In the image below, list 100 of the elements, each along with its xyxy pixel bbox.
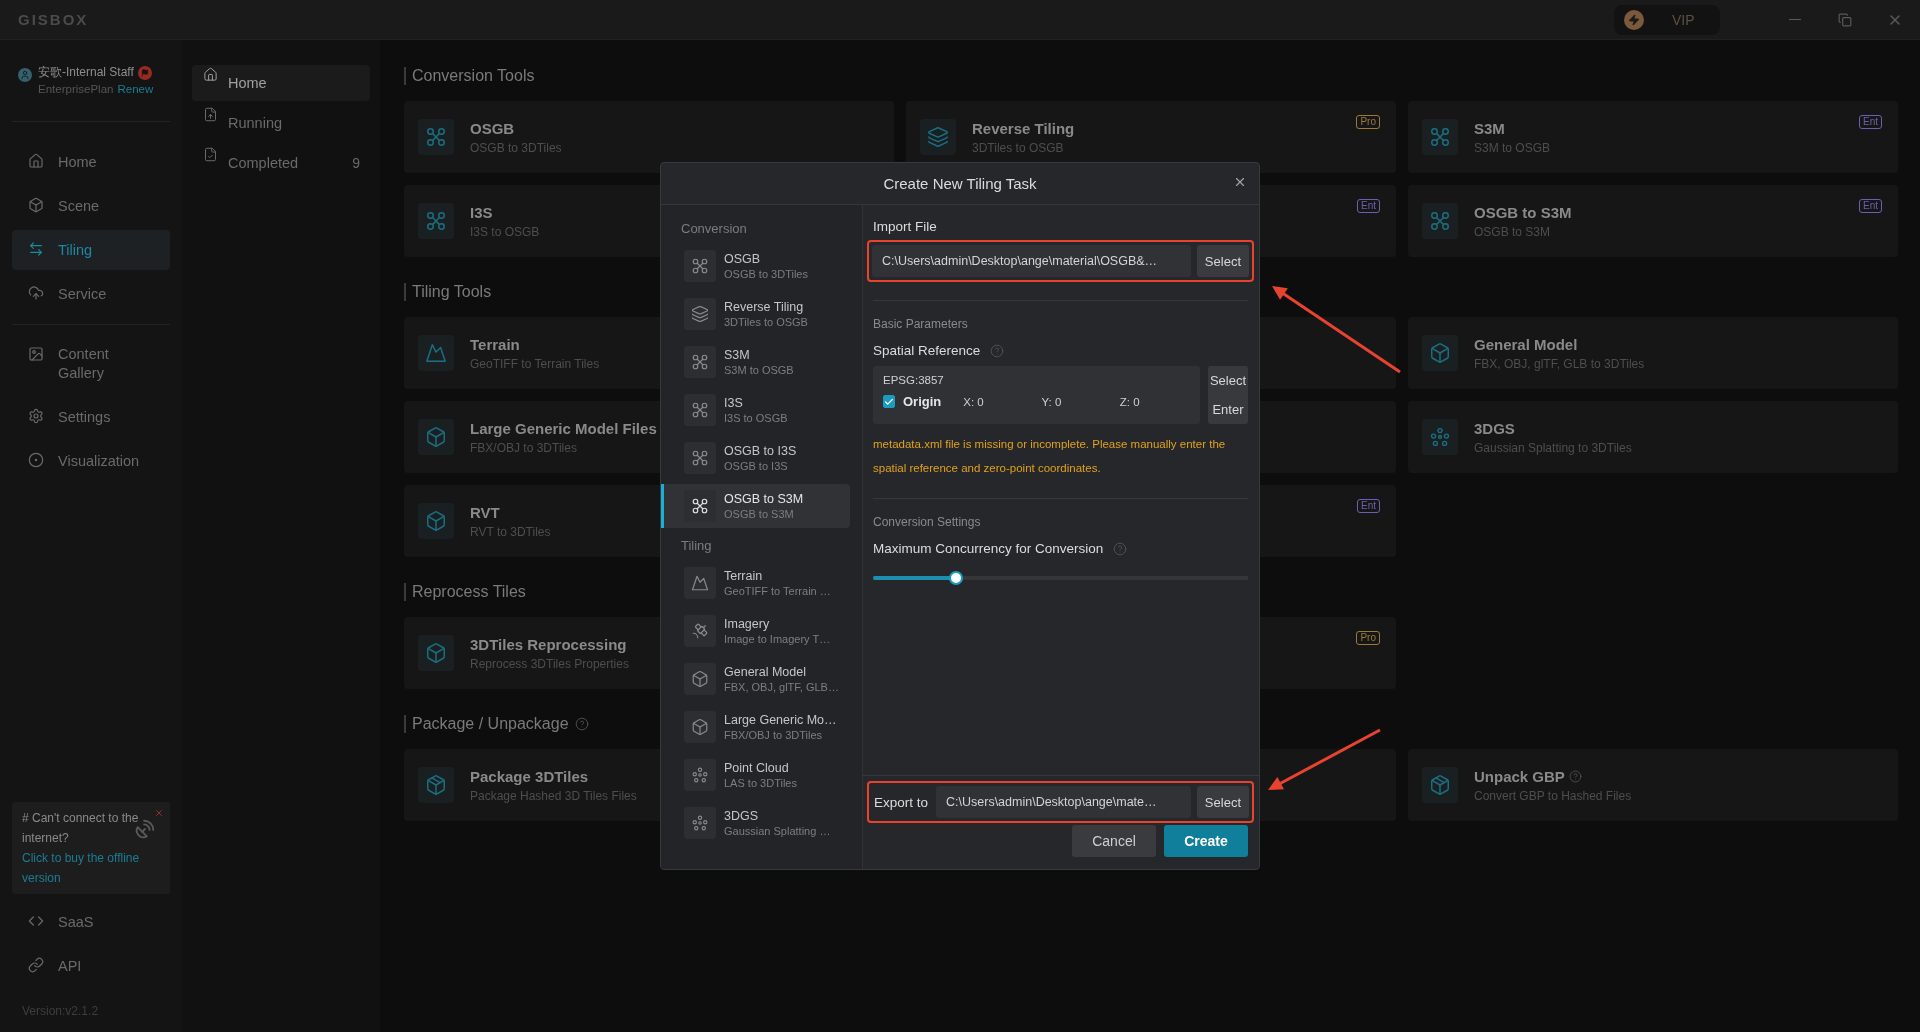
item-title: 3DGS — [724, 809, 760, 823]
drone-icon — [691, 257, 709, 275]
help-icon[interactable] — [1568, 769, 1582, 783]
dots-icon — [691, 766, 709, 784]
offline-link[interactable]: Click to buy the offline version — [22, 848, 160, 888]
file-upload-icon — [202, 106, 218, 122]
card-subtitle: 3DTiles to OSGB — [972, 140, 1065, 155]
item-subtitle: FBX/OBJ to 3DTiles — [724, 729, 823, 741]
plan-badge: Ent — [1859, 115, 1882, 129]
create-button[interactable]: Create — [1164, 825, 1248, 857]
card-title: General Model — [1474, 335, 1578, 353]
cube-icon — [1429, 342, 1451, 364]
export-path-field[interactable]: C:\Users\admin\Desktop\ange\mate… — [936, 786, 1191, 818]
drone-icon — [1429, 210, 1451, 232]
drone-icon — [425, 210, 447, 232]
mountain-icon — [691, 574, 709, 592]
file-check-icon — [202, 146, 218, 162]
renew-link[interactable]: Renew — [117, 83, 154, 95]
slider-thumb[interactable] — [948, 571, 963, 585]
minimize-icon — [1789, 18, 1801, 21]
task-type-item[interactable]: Terrain GeoTIFF to Terrain … — [661, 561, 850, 605]
satellite-icon — [691, 622, 709, 640]
nav-item[interactable]: API — [12, 946, 170, 986]
enter-button[interactable]: Enter — [1208, 395, 1248, 424]
drone-icon — [1429, 126, 1451, 148]
plan-badge: Ent — [1357, 499, 1380, 513]
item-title: Large Generic Mo… — [724, 713, 837, 727]
cancel-button[interactable]: Cancel — [1072, 825, 1156, 857]
card-title: OSGB to S3M — [1474, 203, 1572, 221]
card-subtitle: Reprocess 3DTiles Properties — [470, 656, 629, 671]
user-icon — [18, 68, 32, 82]
origin-checkbox[interactable] — [883, 395, 895, 408]
image-icon — [28, 346, 44, 362]
item-title: Reverse Tiling — [724, 300, 805, 314]
task-menu-item[interactable]: Running — [192, 105, 370, 141]
section-heading: Tiling Tools — [404, 283, 492, 301]
nav-item[interactable]: Tiling — [12, 230, 170, 270]
item-subtitle: OSGB to I3S — [724, 460, 789, 472]
import-path-field[interactable]: C:\Users\admin\Desktop\ange\material\OSGB&… — [872, 245, 1191, 277]
dots-icon — [691, 814, 709, 832]
coordinate-value: Y: 0 — [1041, 395, 1063, 408]
help-icon[interactable] — [990, 343, 1005, 358]
select-button[interactable]: Select — [1196, 245, 1249, 277]
cube-icon — [425, 426, 447, 448]
drone-icon — [691, 449, 709, 467]
help-icon[interactable] — [574, 717, 589, 731]
nav-item[interactable]: Settings — [12, 397, 170, 437]
nav-item[interactable]: Service — [12, 274, 170, 314]
package-icon — [425, 774, 447, 796]
group-title: Conversion — [680, 220, 748, 238]
card-title: RVT — [470, 503, 500, 521]
section-heading: Conversion Tools — [404, 67, 535, 85]
cube-icon — [425, 642, 447, 664]
item-title: General Model — [724, 665, 807, 679]
nav-item[interactable]: SaaS — [12, 902, 170, 942]
nav-item[interactable]: Visualization — [12, 441, 170, 481]
close-icon[interactable] — [154, 808, 164, 818]
task-menu-item[interactable]: Home — [192, 65, 370, 101]
cube-icon — [28, 197, 44, 213]
task-type-item[interactable]: OSGB to S3M OSGB to S3M — [661, 484, 850, 528]
layers-icon — [691, 305, 709, 323]
tool-card[interactable]: General Model FBX, OBJ, glTF, GLB to 3DTiles — [1408, 317, 1898, 389]
card-subtitle: Package Hashed 3D Tiles Files — [470, 788, 637, 803]
card-title: S3M — [1474, 119, 1505, 137]
select-button[interactable]: Select — [1208, 366, 1248, 395]
item-title: S3M — [724, 348, 751, 362]
flag-icon — [137, 65, 152, 80]
drone-icon — [691, 497, 709, 515]
item-subtitle: S3M to OSGB — [724, 364, 794, 376]
drone-icon — [425, 126, 447, 148]
card-title: Large Generic Model Files — [470, 419, 657, 437]
item-subtitle: 3DTiles to OSGB — [724, 316, 808, 328]
drone-icon — [691, 353, 709, 371]
plan-badge: Ent — [1859, 199, 1882, 213]
select-button[interactable]: Select — [1196, 786, 1249, 818]
plan-badge: Pro — [1356, 631, 1380, 645]
task-type-item[interactable]: Point Cloud LAS to 3DTiles — [661, 753, 850, 797]
nav-item[interactable]: Home — [12, 142, 170, 182]
home-icon — [28, 153, 44, 169]
card-title: I3S — [470, 203, 493, 221]
card-title: OSGB — [470, 119, 515, 137]
plan-badge: Pro — [1356, 115, 1380, 129]
item-subtitle: Gaussian Splatting … — [724, 825, 831, 837]
item-subtitle: Image to Imagery T… — [724, 633, 831, 645]
task-type-item[interactable]: Large Generic Mo… FBX/OBJ to 3DTiles — [661, 705, 850, 749]
nav-item[interactable]: Scene — [12, 186, 170, 226]
settings-icon — [28, 408, 44, 424]
section-heading: Package / Unpackage — [404, 715, 569, 733]
layers-icon — [927, 126, 949, 148]
help-icon[interactable] — [1113, 541, 1128, 556]
link-icon — [28, 957, 44, 973]
task-menu-item[interactable]: Completed 9 — [192, 145, 370, 181]
origin-label: Origin — [903, 394, 942, 409]
tool-card[interactable]: Reverse Tiling 3DTiles to OSGB Pro — [906, 101, 1396, 173]
nav-item[interactable]: Content Gallery — [12, 335, 170, 393]
item-subtitle: OSGB to S3M — [724, 508, 795, 520]
restore-icon — [1838, 12, 1852, 27]
card-title: Reverse Tiling — [972, 119, 1075, 137]
circle-icon — [28, 452, 44, 468]
task-type-item[interactable]: S3M S3M to OSGB — [661, 340, 850, 384]
